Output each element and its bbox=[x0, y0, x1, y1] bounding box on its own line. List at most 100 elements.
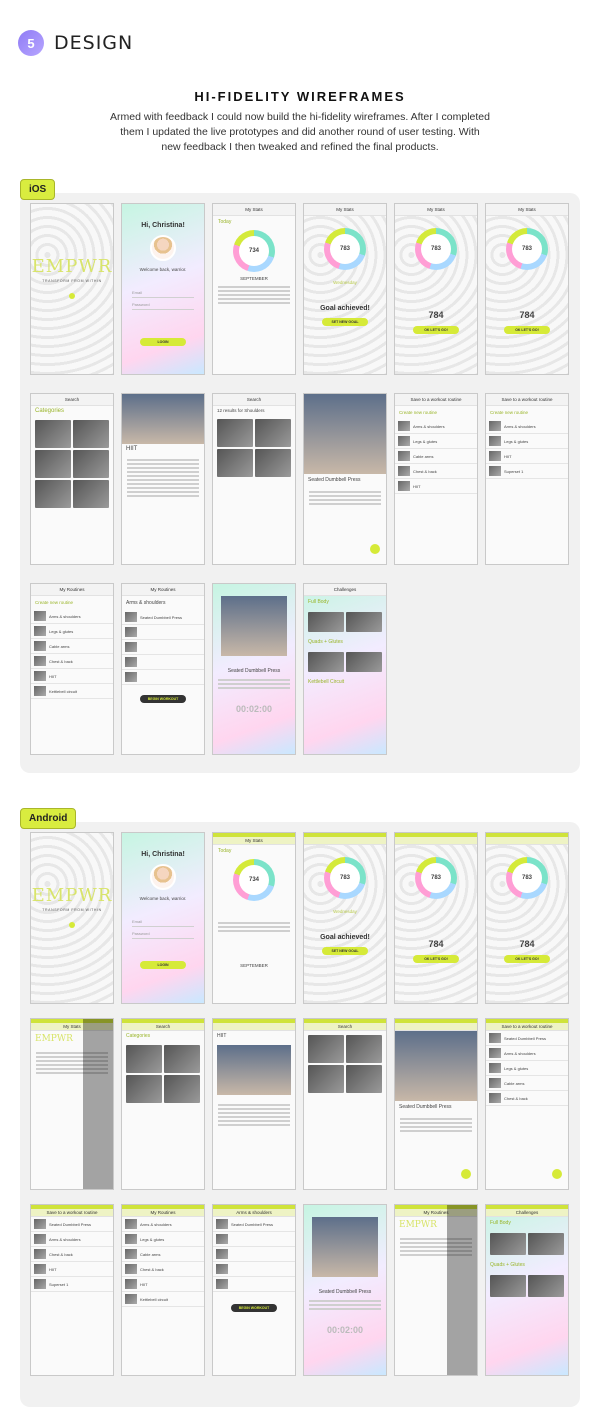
android-save-routine-screen: Save to a workout routine Seated Dumbbel… bbox=[485, 1018, 569, 1190]
exercise-image bbox=[304, 394, 386, 474]
list-item[interactable]: Seated Dumbbell Press bbox=[213, 1217, 295, 1232]
ios-splash-screen: EMPWR TRANSFORM FROM WITHIN bbox=[30, 203, 114, 375]
day-label: Wednesday bbox=[333, 909, 357, 914]
ios-categories-screen: Search Categories bbox=[30, 393, 114, 565]
active-ring: 783 bbox=[324, 857, 366, 899]
create-routine-link[interactable]: Create new routine bbox=[395, 406, 477, 419]
list-item[interactable]: HIIT bbox=[395, 479, 477, 494]
drawer-scrim[interactable] bbox=[447, 1205, 477, 1375]
hiit-title: HIIT bbox=[126, 446, 138, 452]
android-confirm-goal-screen: 783 784 OK LET'S GO! bbox=[485, 832, 569, 1004]
list-item[interactable]: Superset 1 bbox=[31, 1277, 113, 1292]
save-confirm-title: Save to a workout routine bbox=[486, 394, 568, 406]
create-routine-link[interactable]: Create new routine bbox=[31, 596, 113, 609]
stats-title: My Stats bbox=[213, 833, 295, 845]
confirm-goal-ring-value: 783 bbox=[512, 234, 542, 264]
list-item-label: Kettlebell circuit bbox=[140, 1296, 169, 1302]
list-item[interactable] bbox=[122, 625, 204, 640]
active-calories-value: 783 bbox=[330, 863, 360, 893]
search-results-bar[interactable]: Search bbox=[304, 1019, 386, 1031]
goal-value: 784 bbox=[428, 310, 444, 320]
list-item[interactable] bbox=[122, 655, 204, 670]
begin-workout-button[interactable]: BEGIN WORKOUT bbox=[231, 1304, 277, 1312]
calorie-value: 734 bbox=[239, 865, 269, 895]
login-button[interactable]: LOGIN bbox=[140, 961, 186, 969]
confirm-goal-value: 784 bbox=[519, 310, 535, 320]
list-item[interactable]: Legs & glutes bbox=[395, 434, 477, 449]
greeting-text: Hi, Christina! bbox=[141, 222, 185, 229]
quads-glutes-grid bbox=[304, 648, 386, 676]
ios-exercise-screen: Seated Dumbbell Press bbox=[303, 393, 387, 565]
list-item[interactable]: HIIT bbox=[31, 1262, 113, 1277]
confirm-lets-go-button[interactable]: OK LET'S GO! bbox=[504, 326, 550, 334]
month-label: SEPTEMBER bbox=[240, 963, 268, 968]
list-item[interactable]: Arms & shoulders bbox=[31, 1232, 113, 1247]
list-item[interactable]: HIIT bbox=[486, 449, 568, 464]
list-item[interactable]: Arms & shoulders bbox=[486, 1046, 568, 1061]
calorie-ring: 734 bbox=[233, 859, 275, 901]
list-item[interactable] bbox=[122, 670, 204, 685]
list-item[interactable]: Legs & glutes bbox=[122, 1232, 204, 1247]
login-button[interactable]: LOGIN bbox=[140, 338, 186, 346]
add-exercise-button[interactable] bbox=[370, 544, 380, 554]
list-item-label: HIIT bbox=[49, 1266, 57, 1272]
search-bar[interactable]: Search bbox=[31, 394, 113, 406]
ios-save-routine-screen: Save to a workout routine Create new rou… bbox=[394, 393, 478, 565]
add-routine-fab[interactable] bbox=[552, 1169, 562, 1179]
results-count: 12 results for Shoulders bbox=[217, 408, 265, 413]
welcome-text: Welcome back, warrior. bbox=[139, 267, 187, 272]
today-label: Today bbox=[218, 219, 232, 225]
list-item[interactable]: Arms & shoulders bbox=[31, 609, 113, 624]
add-exercise-button[interactable] bbox=[461, 1169, 471, 1179]
list-item[interactable]: Chest & back bbox=[486, 1091, 568, 1106]
list-item[interactable] bbox=[213, 1262, 295, 1277]
list-item[interactable]: Arms & shoulders bbox=[486, 419, 568, 434]
list-item[interactable]: Kettlebell circuit bbox=[122, 1292, 204, 1307]
search-results-bar[interactable]: Search bbox=[213, 394, 295, 406]
full-body-grid bbox=[486, 1229, 568, 1259]
list-item[interactable]: Arms & shoulders bbox=[122, 1217, 204, 1232]
list-item[interactable]: Legs & glutes bbox=[31, 624, 113, 639]
list-item[interactable]: Seated Dumbbell Press bbox=[122, 610, 204, 625]
list-item[interactable]: Cable arms bbox=[122, 1247, 204, 1262]
list-item[interactable]: Seated Dumbbell Press bbox=[31, 1217, 113, 1232]
list-item[interactable]: Chest & back bbox=[122, 1262, 204, 1277]
lets-go-button[interactable]: OK LET'S GO! bbox=[413, 955, 459, 963]
list-item[interactable] bbox=[213, 1277, 295, 1292]
list-item[interactable] bbox=[213, 1232, 295, 1247]
email-field[interactable]: Email bbox=[132, 919, 194, 927]
list-item[interactable]: Seated Dumbbell Press bbox=[486, 1031, 568, 1046]
begin-workout-button[interactable]: BEGIN WORKOUT bbox=[140, 695, 186, 703]
search-bar[interactable]: Search bbox=[122, 1019, 204, 1031]
list-item[interactable]: Cable arms bbox=[395, 449, 477, 464]
exercise-description bbox=[395, 1113, 477, 1137]
list-item[interactable]: Cable arms bbox=[31, 639, 113, 654]
list-item[interactable]: Legs & glutes bbox=[486, 1061, 568, 1076]
results-grid bbox=[213, 415, 295, 481]
confirm-goal-ring: 783 bbox=[506, 228, 548, 270]
create-routine-link[interactable]: Create new routine bbox=[486, 406, 568, 419]
list-item[interactable]: Superset 1 bbox=[486, 464, 568, 479]
list-item[interactable] bbox=[213, 1247, 295, 1262]
lets-go-button[interactable]: OK LET'S GO! bbox=[413, 326, 459, 334]
confirm-lets-go-button[interactable]: OK LET'S GO! bbox=[504, 955, 550, 963]
list-item[interactable]: Legs & glutes bbox=[486, 434, 568, 449]
password-field[interactable]: Password bbox=[132, 302, 194, 310]
drawer-scrim[interactable] bbox=[83, 1019, 113, 1189]
android-login-screen: Hi, Christina! Welcome back, warrior. Em… bbox=[121, 832, 205, 1004]
set-new-goal-button[interactable]: SET NEW GOAL bbox=[322, 947, 368, 955]
android-my-routines-screen: My Routines Arms & shoulders Legs & glut… bbox=[121, 1204, 205, 1376]
set-new-goal-button[interactable]: SET NEW GOAL bbox=[322, 318, 368, 326]
password-field[interactable]: Password bbox=[132, 931, 194, 939]
list-item[interactable]: HIIT bbox=[122, 1277, 204, 1292]
list-item[interactable]: Chest & back bbox=[31, 654, 113, 669]
list-item[interactable]: Chest & back bbox=[395, 464, 477, 479]
list-item[interactable]: HIIT bbox=[31, 669, 113, 684]
list-item[interactable]: Chest & back bbox=[31, 1247, 113, 1262]
list-item[interactable]: Kettlebell circuit bbox=[31, 684, 113, 699]
list-item[interactable]: Cable arms bbox=[486, 1076, 568, 1091]
list-item[interactable] bbox=[122, 640, 204, 655]
email-field[interactable]: Email bbox=[132, 290, 194, 298]
loading-dot bbox=[69, 293, 75, 299]
list-item[interactable]: Arms & shoulders bbox=[395, 419, 477, 434]
